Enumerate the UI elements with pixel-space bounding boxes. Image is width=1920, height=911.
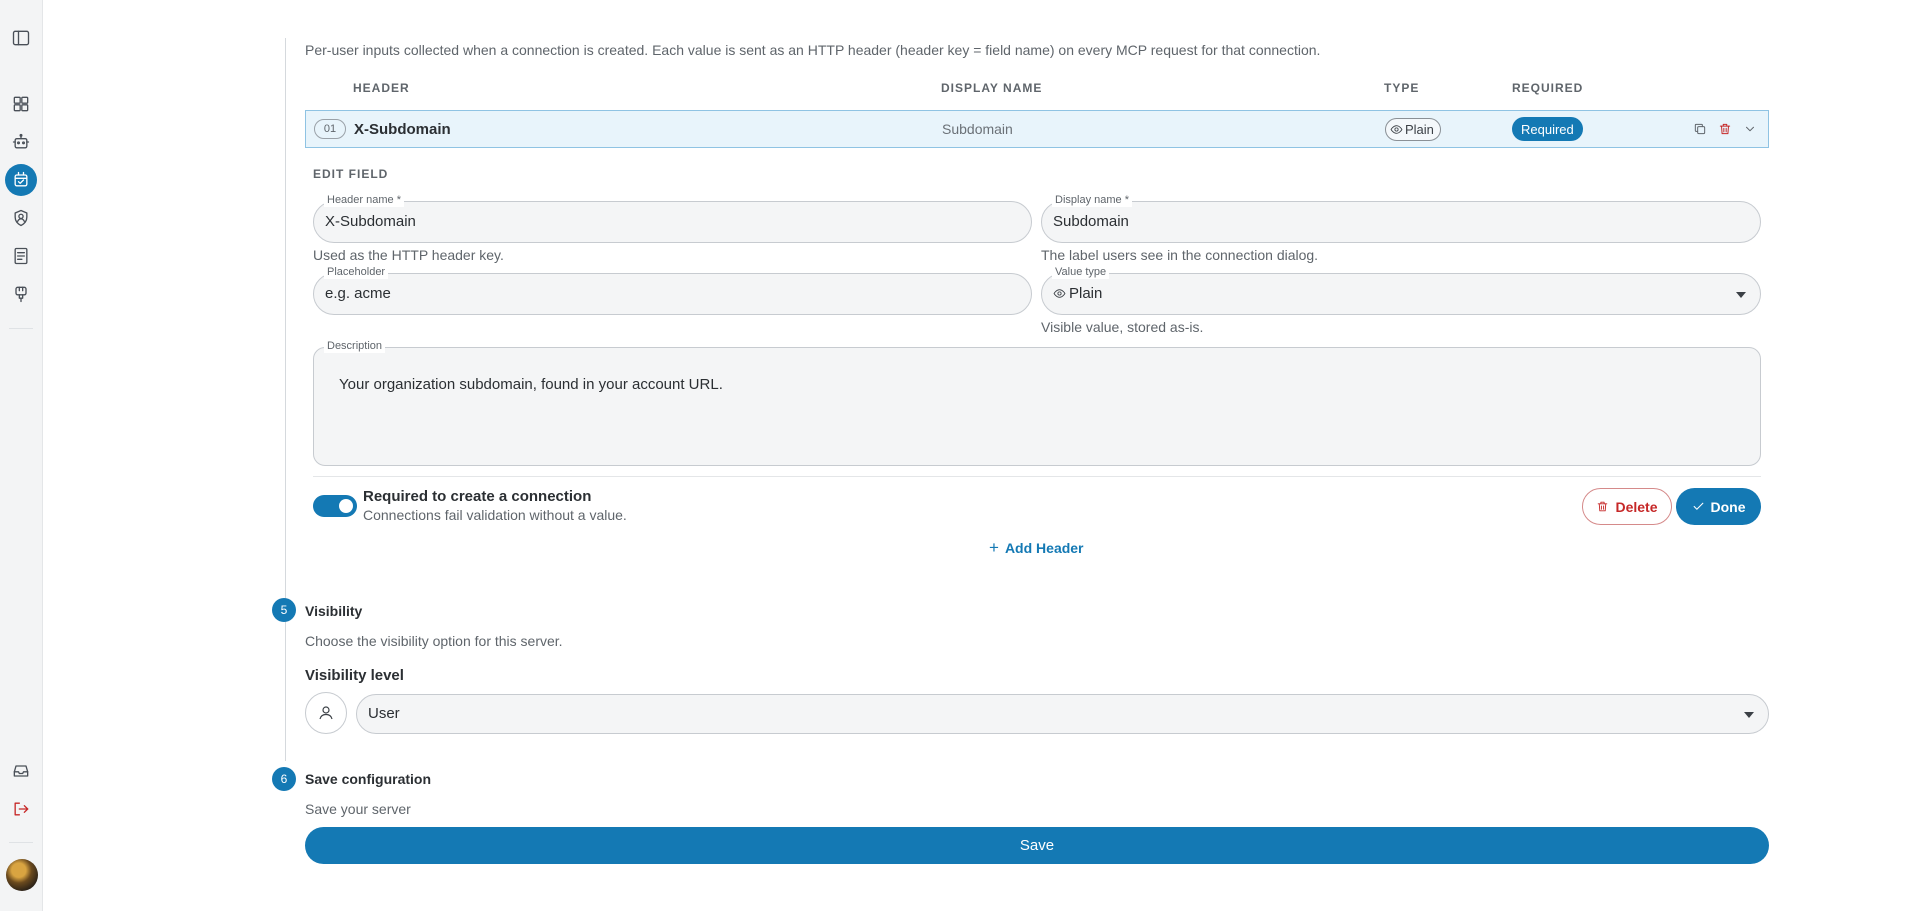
inbox-icon[interactable] bbox=[8, 758, 34, 784]
toggle-knob bbox=[339, 499, 353, 513]
visibility-title: Visibility bbox=[305, 603, 363, 619]
description-textarea[interactable]: Description Your organization subdomain,… bbox=[313, 339, 1761, 466]
description-value: Your organization subdomain, found in yo… bbox=[339, 376, 723, 393]
delete-button[interactable]: Delete bbox=[1582, 488, 1672, 525]
shield-user-icon[interactable] bbox=[8, 205, 34, 231]
done-button-label: Done bbox=[1710, 498, 1746, 515]
trash-icon bbox=[1598, 501, 1608, 512]
rail-divider bbox=[9, 842, 33, 843]
user-icon bbox=[319, 706, 333, 720]
save-button[interactable]: Save bbox=[305, 827, 1769, 864]
table-row[interactable]: 01 X-Subdomain Subdomain Plain Required bbox=[305, 110, 1769, 148]
eye-icon bbox=[1390, 125, 1403, 134]
value-type-value: Plain bbox=[1053, 285, 1102, 302]
required-toggle-title: Required to create a connection bbox=[363, 488, 592, 505]
description-label: Description bbox=[324, 339, 386, 353]
done-button[interactable]: Done bbox=[1676, 488, 1761, 525]
display-name-value: Subdomain bbox=[1053, 213, 1129, 230]
save-configuration-subtitle: Save your server bbox=[305, 801, 411, 817]
book-icon[interactable] bbox=[8, 243, 34, 269]
duplicate-button[interactable] bbox=[1691, 120, 1709, 138]
header-name-value: X-Subdomain bbox=[325, 213, 416, 230]
header-name-label: Header name * bbox=[324, 193, 404, 207]
column-header-header: HEADER bbox=[353, 81, 410, 95]
main-content: Per-user inputs collected when a connect… bbox=[43, 0, 1920, 911]
robot-icon[interactable] bbox=[8, 129, 34, 155]
placeholder-value: e.g. acme bbox=[325, 285, 391, 302]
caret-down-icon bbox=[1744, 712, 1754, 718]
value-type-help: Visible value, stored as-is. bbox=[1041, 319, 1204, 335]
placeholder-input[interactable]: Placeholder e.g. acme bbox=[313, 265, 1032, 315]
placeholder-label: Placeholder bbox=[324, 265, 389, 279]
caret-down-icon bbox=[1736, 292, 1746, 298]
value-type-select[interactable]: Value type Plain bbox=[1041, 265, 1761, 315]
column-header-required: REQUIRED bbox=[1512, 81, 1584, 95]
delete-button-label: Delete bbox=[1615, 498, 1658, 515]
type-badge-label: Plain bbox=[1405, 122, 1434, 137]
required-toggle-subtitle: Connections fail validation without a va… bbox=[363, 507, 627, 523]
save-configuration-title: Save configuration bbox=[305, 771, 432, 787]
edit-field-title: EDIT FIELD bbox=[313, 167, 389, 181]
add-header-button[interactable]: + Add Header bbox=[989, 538, 1084, 557]
eye-icon bbox=[1053, 289, 1066, 298]
row-index: 01 bbox=[314, 119, 346, 139]
headers-intro: Per-user inputs collected when a connect… bbox=[305, 42, 1321, 58]
visibility-level-select[interactable]: User bbox=[356, 694, 1769, 734]
rail-divider bbox=[9, 328, 33, 329]
column-header-type: TYPE bbox=[1384, 81, 1420, 95]
divider bbox=[313, 476, 1761, 477]
step-number-save: 6 bbox=[272, 767, 296, 791]
header-name-input[interactable]: Header name * X-Subdomain bbox=[313, 193, 1032, 243]
mcp-servers-icon[interactable] bbox=[5, 164, 37, 196]
row-display-name: Subdomain bbox=[942, 121, 1013, 137]
step-number-visibility: 5 bbox=[272, 598, 296, 622]
collapse-row-button[interactable] bbox=[1741, 120, 1759, 138]
display-name-help: The label users see in the connection di… bbox=[1041, 247, 1319, 263]
sidebar-toggle-icon[interactable] bbox=[8, 25, 34, 51]
row-header-name: X-Subdomain bbox=[354, 121, 451, 138]
plug-icon[interactable] bbox=[8, 281, 34, 307]
visibility-level-value: User bbox=[368, 705, 400, 722]
required-toggle[interactable] bbox=[313, 495, 357, 517]
delete-row-button[interactable] bbox=[1716, 120, 1734, 138]
add-header-label: Add Header bbox=[1004, 540, 1084, 556]
value-type-text: Plain bbox=[1069, 285, 1103, 302]
required-badge: Required bbox=[1512, 117, 1583, 141]
chevron-down-icon bbox=[1746, 126, 1754, 132]
trash-icon bbox=[1719, 123, 1731, 135]
display-name-label: Display name * bbox=[1052, 193, 1132, 207]
column-header-display-name: DISPLAY NAME bbox=[941, 81, 1043, 95]
nav-rail bbox=[0, 0, 43, 911]
avatar[interactable] bbox=[6, 859, 38, 891]
dashboard-icon[interactable] bbox=[8, 91, 34, 117]
plus-icon: + bbox=[989, 538, 999, 557]
visibility-subtitle: Choose the visibility option for this se… bbox=[305, 633, 563, 649]
display-name-input[interactable]: Display name * Subdomain bbox=[1041, 193, 1761, 243]
visibility-level-label: Visibility level bbox=[305, 667, 404, 684]
stepper-line bbox=[285, 38, 286, 761]
user-icon-badge bbox=[305, 692, 347, 734]
header-name-help: Used as the HTTP header key. bbox=[313, 247, 504, 263]
logout-icon[interactable] bbox=[8, 796, 34, 822]
copy-icon bbox=[1694, 123, 1706, 135]
type-badge: Plain bbox=[1385, 118, 1441, 141]
check-icon bbox=[1693, 502, 1703, 510]
value-type-label: Value type bbox=[1052, 265, 1110, 279]
